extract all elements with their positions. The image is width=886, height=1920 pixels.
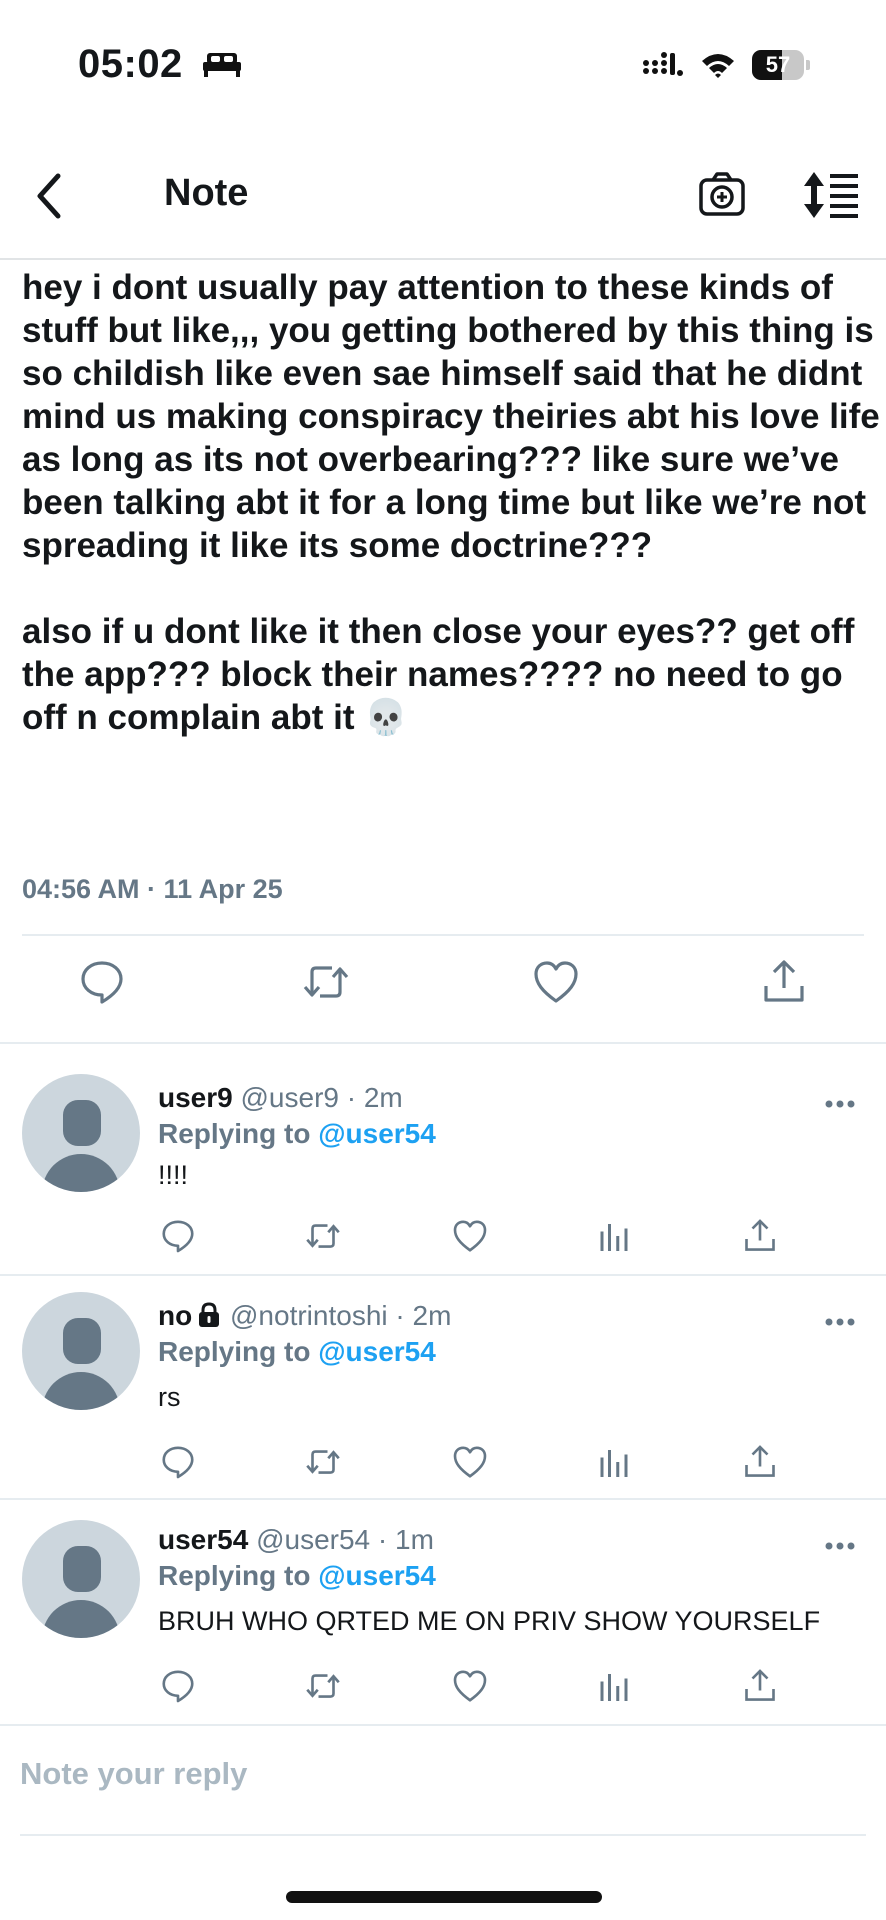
battery-percent: 57 [765, 52, 791, 77]
divider [0, 1724, 886, 1726]
reply-author-name[interactable]: user54 [158, 1524, 248, 1555]
reply-item[interactable]: no @notrintoshi · 2m Replying to @user54… [0, 1276, 886, 1498]
reply-text: BRUH WHO QRTED ME ON PRIV SHOW YOURSELF [158, 1606, 821, 1636]
wifi-icon [702, 54, 734, 78]
sort-icon[interactable] [802, 170, 860, 220]
reply-header: user9 @user9 · 2m [158, 1082, 403, 1114]
camera-icon[interactable] [698, 170, 746, 218]
battery-indicator: 57 [752, 50, 810, 80]
reply-text: rs [158, 1382, 181, 1412]
reply-item[interactable]: user54 @user54 · 1m Replying to @user54 … [0, 1500, 886, 1724]
reply-author-handle: @notrintoshi · 2m [230, 1300, 452, 1331]
heart-icon[interactable] [452, 1668, 488, 1704]
replying-to-mention[interactable]: @user54 [318, 1560, 436, 1591]
main-post-text: hey i dont usually pay attention to thes… [22, 268, 880, 737]
reply-text: !!!! [158, 1160, 189, 1190]
share-icon[interactable] [742, 1668, 778, 1704]
cellular-signal-icon [643, 52, 683, 76]
reply-composer-input[interactable]: Note your reply [20, 1756, 247, 1792]
reply-icon[interactable] [160, 1218, 196, 1254]
share-icon[interactable] [742, 1444, 778, 1480]
post-timestamp: 04:56 AM · 11 Apr 25 [22, 874, 283, 904]
replying-to-label: Replying to [158, 1560, 311, 1591]
heart-icon[interactable] [452, 1218, 488, 1254]
sleep-focus-icon [203, 53, 241, 77]
reply-item[interactable]: user9 @user9 · 2m Replying to @user54 !!… [0, 1044, 886, 1274]
more-icon[interactable] [822, 1094, 858, 1114]
reply-author-name[interactable]: user9 [158, 1082, 233, 1113]
status-time: 05:02 [78, 42, 183, 86]
main-post-actions [0, 958, 886, 1018]
heart-icon[interactable] [452, 1444, 488, 1480]
replying-to-mention[interactable]: @user54 [318, 1336, 436, 1367]
avatar[interactable] [22, 1520, 140, 1638]
retweet-icon[interactable] [305, 1444, 341, 1480]
share-icon[interactable] [742, 1218, 778, 1254]
reply-author-name[interactable]: no [158, 1300, 192, 1331]
page-title: Note [164, 172, 249, 214]
replying-to-mention[interactable]: @user54 [318, 1118, 436, 1149]
lock-icon [199, 1302, 220, 1327]
retweet-icon[interactable] [305, 1218, 341, 1254]
replying-to-label: Replying to [158, 1336, 311, 1367]
reply-icon[interactable] [160, 1668, 196, 1704]
divider [22, 934, 864, 936]
replying-to-line: Replying to @user54 [158, 1118, 436, 1150]
replying-to-line: Replying to @user54 [158, 1336, 436, 1368]
home-indicator[interactable] [286, 1891, 602, 1903]
analytics-icon[interactable] [596, 1444, 632, 1480]
reply-icon[interactable] [78, 958, 126, 1006]
replying-to-line: Replying to @user54 [158, 1560, 436, 1592]
reply-actions [0, 1218, 886, 1258]
reply-actions [0, 1668, 886, 1708]
reply-author-handle: @user54 · 1m [256, 1524, 434, 1555]
analytics-icon[interactable] [596, 1668, 632, 1704]
share-icon[interactable] [760, 958, 808, 1006]
avatar[interactable] [22, 1074, 140, 1192]
avatar[interactable] [22, 1292, 140, 1410]
retweet-icon[interactable] [305, 1668, 341, 1704]
reply-icon[interactable] [160, 1444, 196, 1480]
reply-actions [0, 1444, 886, 1484]
chevron-left-icon[interactable] [28, 168, 72, 224]
reply-header: user54 @user54 · 1m [158, 1524, 434, 1556]
heart-icon[interactable] [532, 958, 580, 1006]
status-bar: 05:02 57 [0, 0, 886, 120]
analytics-icon[interactable] [596, 1218, 632, 1254]
replying-to-label: Replying to [158, 1118, 311, 1149]
more-icon[interactable] [822, 1312, 858, 1332]
more-icon[interactable] [822, 1536, 858, 1556]
reply-author-handle: @user9 · 2m [240, 1082, 403, 1113]
reply-header: no @notrintoshi · 2m [158, 1300, 451, 1332]
composer-underline [20, 1834, 866, 1836]
retweet-icon[interactable] [302, 958, 350, 1006]
top-navigation-bar: Note [0, 150, 886, 260]
